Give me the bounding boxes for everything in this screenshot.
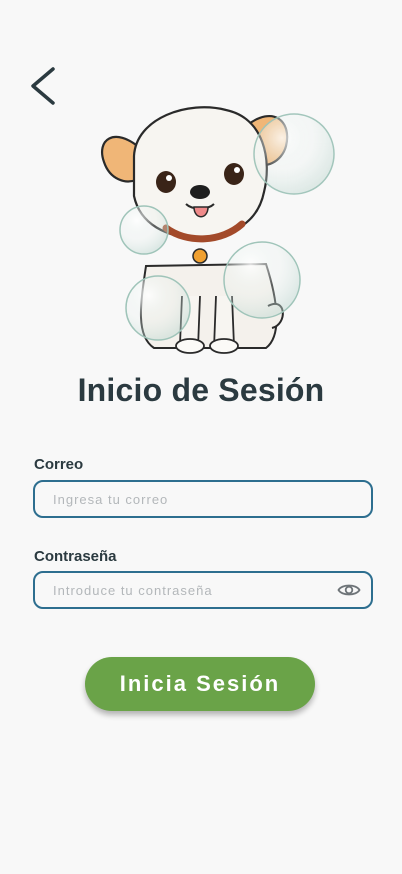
puppy-illustration (96, 96, 342, 358)
page-title: Inicio de Sesión (77, 372, 325, 408)
back-button[interactable] (22, 64, 62, 108)
eye-icon (337, 584, 361, 596)
email-field-container[interactable] (33, 480, 373, 518)
password-visibility-toggle[interactable] (335, 576, 363, 604)
email-label: Correo (34, 456, 84, 473)
chevron-left-icon (31, 67, 55, 105)
login-button[interactable]: Inicia Sesión (85, 657, 315, 711)
password-field-container[interactable] (33, 571, 373, 609)
email-field[interactable] (35, 491, 371, 507)
password-label: Contraseña (34, 548, 117, 565)
password-field[interactable] (35, 582, 335, 598)
